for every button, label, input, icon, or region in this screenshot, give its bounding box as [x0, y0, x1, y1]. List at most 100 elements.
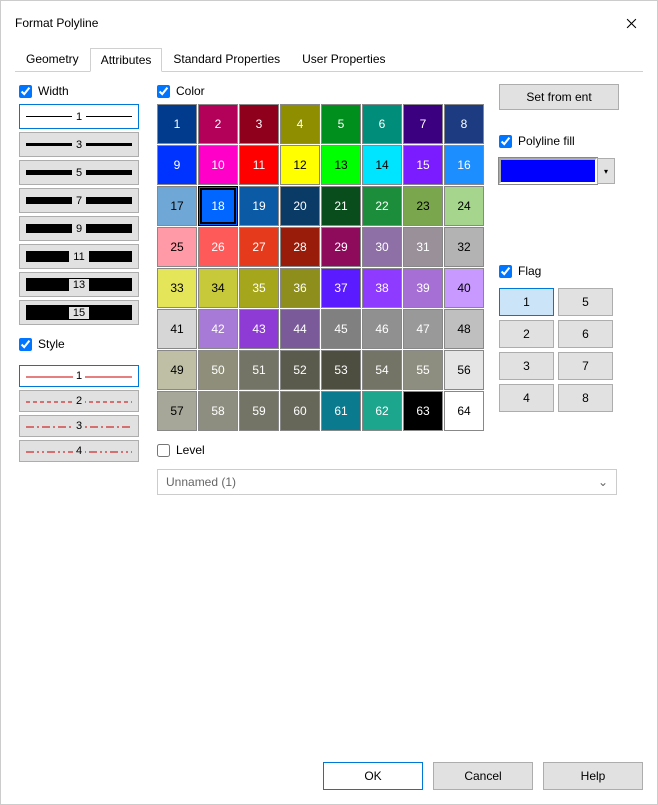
color-swatch-10[interactable]: 10: [198, 145, 238, 185]
color-swatch-16[interactable]: 16: [444, 145, 484, 185]
style-option-3[interactable]: 3: [19, 415, 139, 437]
color-swatch-26[interactable]: 26: [198, 227, 238, 267]
color-swatch-18[interactable]: 18: [198, 186, 238, 226]
color-swatch-30[interactable]: 30: [362, 227, 402, 267]
color-swatch-28[interactable]: 28: [280, 227, 320, 267]
color-swatch-64[interactable]: 64: [444, 391, 484, 431]
style-option-1[interactable]: 1: [19, 365, 139, 387]
color-swatch-39[interactable]: 39: [403, 268, 443, 308]
flag-button-6[interactable]: 6: [558, 320, 613, 348]
width-option-11[interactable]: 11: [19, 244, 139, 269]
color-swatch-7[interactable]: 7: [403, 104, 443, 144]
color-swatch-22[interactable]: 22: [362, 186, 402, 226]
tab-geometry[interactable]: Geometry: [15, 47, 90, 71]
flag-button-4[interactable]: 4: [499, 384, 554, 412]
color-swatch-23[interactable]: 23: [403, 186, 443, 226]
color-swatch-2[interactable]: 2: [198, 104, 238, 144]
color-swatch-19[interactable]: 19: [239, 186, 279, 226]
color-swatch-25[interactable]: 25: [157, 227, 197, 267]
color-swatch-54[interactable]: 54: [362, 350, 402, 390]
color-swatch-5[interactable]: 5: [321, 104, 361, 144]
color-swatch-40[interactable]: 40: [444, 268, 484, 308]
color-swatch-59[interactable]: 59: [239, 391, 279, 431]
color-swatch-27[interactable]: 27: [239, 227, 279, 267]
flag-checkbox[interactable]: Flag: [499, 264, 541, 278]
ok-button[interactable]: OK: [323, 762, 423, 790]
color-swatch-52[interactable]: 52: [280, 350, 320, 390]
color-swatch-20[interactable]: 20: [280, 186, 320, 226]
color-swatch-37[interactable]: 37: [321, 268, 361, 308]
width-option-1[interactable]: 1: [19, 104, 139, 129]
color-swatch-46[interactable]: 46: [362, 309, 402, 349]
color-swatch-17[interactable]: 17: [157, 186, 197, 226]
width-option-15[interactable]: 15: [19, 300, 139, 325]
flag-button-5[interactable]: 5: [558, 288, 613, 316]
color-swatch-42[interactable]: 42: [198, 309, 238, 349]
color-swatch-29[interactable]: 29: [321, 227, 361, 267]
width-option-9[interactable]: 9: [19, 216, 139, 241]
fill-color-swatch[interactable]: [499, 158, 597, 184]
color-swatch-41[interactable]: 41: [157, 309, 197, 349]
color-swatch-9[interactable]: 9: [157, 145, 197, 185]
color-swatch-35[interactable]: 35: [239, 268, 279, 308]
color-swatch-44[interactable]: 44: [280, 309, 320, 349]
flag-button-3[interactable]: 3: [499, 352, 554, 380]
color-swatch-56[interactable]: 56: [444, 350, 484, 390]
color-swatch-43[interactable]: 43: [239, 309, 279, 349]
flag-button-1[interactable]: 1: [499, 288, 554, 316]
color-swatch-48[interactable]: 48: [444, 309, 484, 349]
color-checkbox[interactable]: Color: [157, 84, 205, 98]
style-option-2[interactable]: 2: [19, 390, 139, 412]
color-swatch-8[interactable]: 8: [444, 104, 484, 144]
flag-button-7[interactable]: 7: [558, 352, 613, 380]
color-swatch-15[interactable]: 15: [403, 145, 443, 185]
color-swatch-55[interactable]: 55: [403, 350, 443, 390]
color-swatch-36[interactable]: 36: [280, 268, 320, 308]
tab-user-properties[interactable]: User Properties: [291, 47, 396, 71]
flag-button-8[interactable]: 8: [558, 384, 613, 412]
color-swatch-63[interactable]: 63: [403, 391, 443, 431]
color-swatch-32[interactable]: 32: [444, 227, 484, 267]
tab-attributes[interactable]: Attributes: [90, 48, 163, 72]
width-checkbox[interactable]: Width: [19, 84, 69, 98]
cancel-button[interactable]: Cancel: [433, 762, 533, 790]
color-swatch-62[interactable]: 62: [362, 391, 402, 431]
fill-color-dropdown[interactable]: ▾: [597, 158, 615, 184]
color-swatch-4[interactable]: 4: [280, 104, 320, 144]
color-swatch-14[interactable]: 14: [362, 145, 402, 185]
color-swatch-51[interactable]: 51: [239, 350, 279, 390]
color-swatch-45[interactable]: 45: [321, 309, 361, 349]
width-option-3[interactable]: 3: [19, 132, 139, 157]
level-checkbox[interactable]: Level: [157, 443, 487, 457]
color-swatch-58[interactable]: 58: [198, 391, 238, 431]
style-checkbox[interactable]: Style: [19, 337, 65, 351]
color-swatch-24[interactable]: 24: [444, 186, 484, 226]
color-swatch-49[interactable]: 49: [157, 350, 197, 390]
polyline-fill-checkbox[interactable]: Polyline fill: [499, 134, 575, 148]
color-swatch-12[interactable]: 12: [280, 145, 320, 185]
width-option-7[interactable]: 7: [19, 188, 139, 213]
color-swatch-47[interactable]: 47: [403, 309, 443, 349]
color-swatch-57[interactable]: 57: [157, 391, 197, 431]
color-swatch-53[interactable]: 53: [321, 350, 361, 390]
color-swatch-31[interactable]: 31: [403, 227, 443, 267]
set-from-ent-button[interactable]: Set from ent: [499, 84, 619, 110]
color-swatch-60[interactable]: 60: [280, 391, 320, 431]
width-option-13[interactable]: 13: [19, 272, 139, 297]
flag-button-2[interactable]: 2: [499, 320, 554, 348]
color-swatch-50[interactable]: 50: [198, 350, 238, 390]
color-swatch-34[interactable]: 34: [198, 268, 238, 308]
color-swatch-38[interactable]: 38: [362, 268, 402, 308]
color-swatch-3[interactable]: 3: [239, 104, 279, 144]
color-swatch-6[interactable]: 6: [362, 104, 402, 144]
color-swatch-1[interactable]: 1: [157, 104, 197, 144]
style-option-4[interactable]: 4: [19, 440, 139, 462]
width-option-5[interactable]: 5: [19, 160, 139, 185]
close-button[interactable]: [613, 9, 649, 37]
color-swatch-11[interactable]: 11: [239, 145, 279, 185]
help-button[interactable]: Help: [543, 762, 643, 790]
color-swatch-33[interactable]: 33: [157, 268, 197, 308]
color-swatch-13[interactable]: 13: [321, 145, 361, 185]
color-swatch-21[interactable]: 21: [321, 186, 361, 226]
tab-standard-properties[interactable]: Standard Properties: [162, 47, 291, 71]
